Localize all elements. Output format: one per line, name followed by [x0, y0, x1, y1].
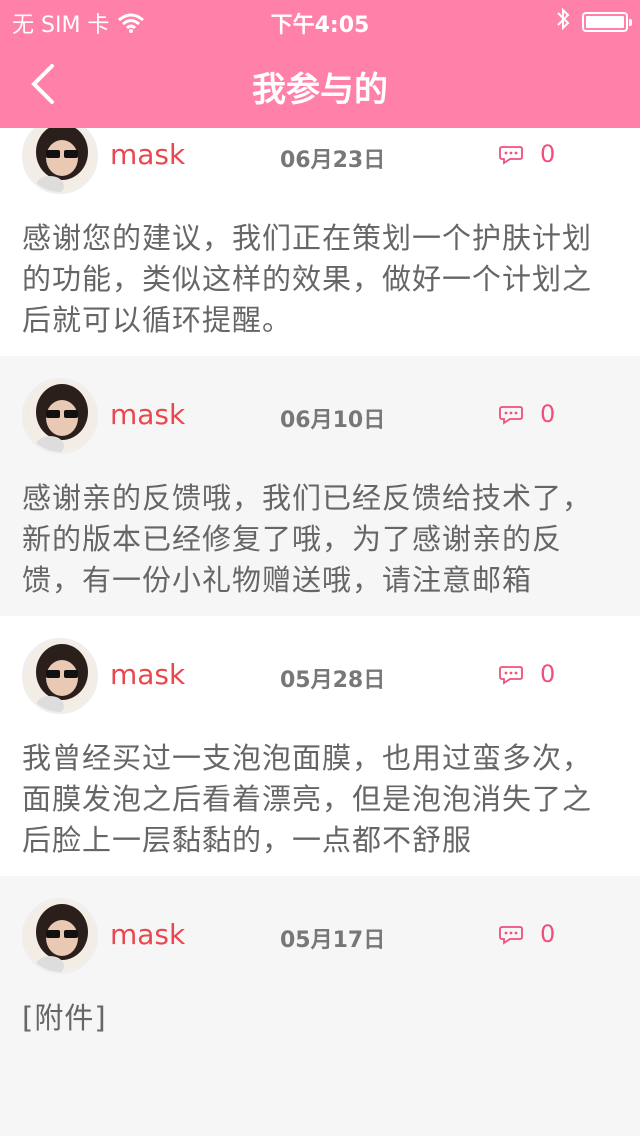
- post-content: 我曾经买过一支泡泡面膜，也用过蛮多次，面膜发泡之后看着漂亮，但是泡泡消失了之后脸…: [22, 741, 593, 857]
- username[interactable]: mask: [110, 138, 185, 171]
- username[interactable]: mask: [110, 658, 185, 691]
- post-content: [附件]: [22, 1001, 107, 1035]
- post-date: 06月23日: [280, 148, 386, 173]
- list-item[interactable]: mask 06月23日 0 感谢您的建议，我们正在策划一个护肤计划的功能，类似这…: [0, 96, 640, 356]
- bluetooth-icon: [556, 7, 570, 37]
- post-content: 感谢您的建议，我们正在策划一个护肤计划的功能，类似这样的效果，做好一个计划之后就…: [22, 221, 593, 337]
- list-item[interactable]: mask 06月10日 0 感谢亲的反馈哦，我们已经反馈给技术了，新的版本已经修…: [0, 356, 640, 616]
- status-bar: 无 SIM 卡 下午4:05: [0, 0, 640, 40]
- list-item[interactable]: mask 05月17日 0 [附件]: [0, 876, 640, 1136]
- comment-count: 0: [540, 140, 556, 168]
- comment-count: 0: [540, 920, 556, 948]
- nav-bar: 我参与的: [0, 40, 640, 128]
- avatar[interactable]: [22, 118, 98, 194]
- comment-icon: [499, 926, 523, 945]
- avatar[interactable]: [22, 378, 98, 454]
- header: 无 SIM 卡 下午4:05 我参与的: [0, 0, 640, 128]
- post-content: 感谢亲的反馈哦，我们已经反馈给技术了，新的版本已经修复了哦，为了感谢亲的反馈，有…: [22, 481, 593, 597]
- battery-icon: [582, 12, 632, 32]
- username[interactable]: mask: [110, 918, 185, 951]
- status-time: 下午4:05: [270, 13, 370, 38]
- comment-icon: [499, 146, 523, 165]
- comment-icon: [499, 406, 523, 425]
- list-item[interactable]: mask 05月28日 0 我曾经买过一支泡泡面膜，也用过蛮多次，面膜发泡之后看…: [0, 616, 640, 876]
- comment-icon: [499, 666, 523, 685]
- comment-count: 0: [540, 400, 556, 428]
- post-date: 05月17日: [280, 928, 386, 953]
- avatar[interactable]: [22, 638, 98, 714]
- username[interactable]: mask: [110, 398, 185, 431]
- status-right: [556, 7, 632, 37]
- page-title: 我参与的: [252, 70, 388, 110]
- post-date: 05月28日: [280, 668, 386, 693]
- post-date: 06月10日: [280, 408, 386, 433]
- comment-count: 0: [540, 660, 556, 688]
- post-list: mask 06月23日 0 感谢您的建议，我们正在策划一个护肤计划的功能，类似这…: [0, 96, 640, 1136]
- avatar[interactable]: [22, 898, 98, 974]
